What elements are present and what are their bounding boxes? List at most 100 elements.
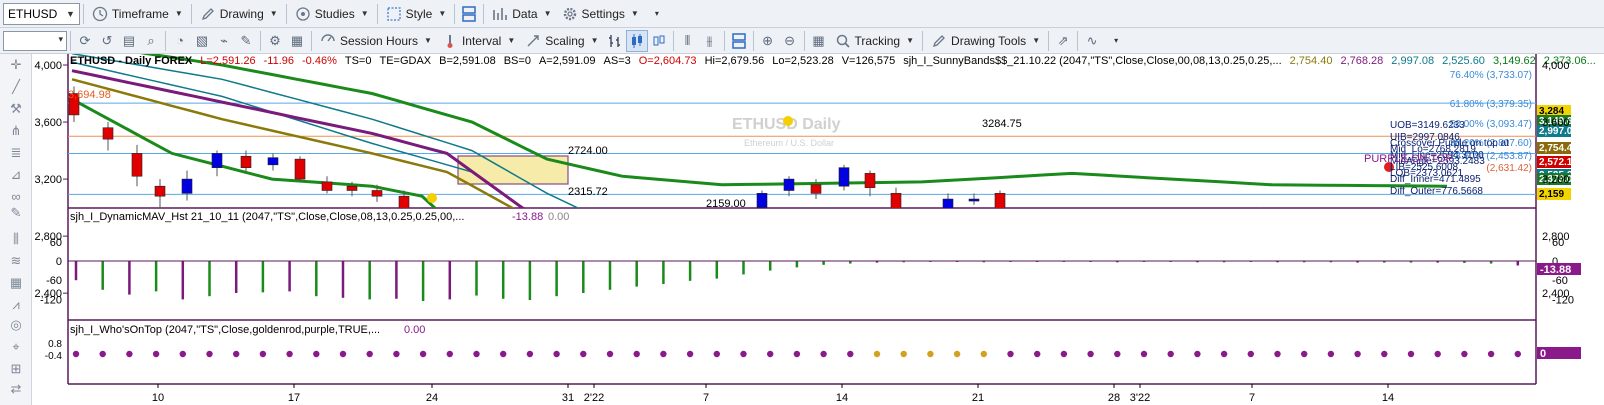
scaling-icon [525,33,541,49]
chevron-down-icon: ▼ [438,9,447,18]
hollow-candle-icon[interactable] [648,30,670,52]
indicator-icon[interactable]: ∿ [1081,30,1103,52]
header-study-value: 2,997.08 [1391,55,1434,67]
template-selector[interactable] [3,30,67,51]
price-tag: 2,572.1 [1539,157,1573,168]
candlestick-chart-icon[interactable] [625,29,648,52]
header-pct: -0.46% [302,55,337,67]
style-menu[interactable]: Style ▼ [381,3,452,25]
chevron-down-icon: ▼ [906,36,915,45]
oscillator-axis-right-label: -60 [1552,275,1568,287]
data-grid-icon [492,6,508,22]
settings-menu[interactable]: Settings ▼ [557,3,644,25]
vertical-lines-icon[interactable]: ⫼ [7,230,25,248]
tracking-menu[interactable]: Tracking ▼ [830,30,920,52]
whos-on-top-dot [713,350,720,358]
volume-bars-icon[interactable]: ⫴ [677,30,699,52]
oscillator-axis-label: 0 [56,256,62,268]
whos-on-top-dot [179,350,186,358]
drawing-tools-menu[interactable]: Drawing Tools ▼ [926,30,1045,52]
grid-icon[interactable]: ▦ [808,30,830,52]
whos-on-top-dot [1087,350,1094,358]
whos-on-top-dot [900,350,907,358]
chart-table-icon[interactable]: ▦ [286,30,308,52]
whos-on-top-dot [1247,350,1255,358]
date-axis-label: 14 [1382,392,1394,404]
picture-icon[interactable]: ▧ [191,30,213,52]
whos-on-top-dot [1060,350,1068,358]
refresh-icon[interactable]: ⟳ [74,30,96,52]
scaling-menu[interactable]: Scaling ▼ [520,30,603,52]
candle-body [783,178,795,191]
symbol-selector[interactable]: ETHUSD ▼ [3,2,80,25]
channel-icon[interactable]: ≋ [7,252,25,270]
header-as: AS=3 [604,55,631,67]
bar-chart-icon[interactable] [604,30,626,52]
more-options[interactable]: ▾ [1103,30,1123,52]
chart-canvas[interactable]: ETHUSD DailyEthereum / U.S. Dollar3,694.… [32,54,1604,405]
drawing-menu[interactable]: Drawing ▼ [195,3,283,25]
line-chart-icon[interactable]: ⌁ [213,30,235,52]
add-study-icon[interactable]: ⇗ [1052,30,1074,52]
whos-on-top-dot [339,350,347,358]
reload-icon[interactable]: ↺ [96,30,118,52]
chart-edit-icon[interactable]: ✎ [235,30,257,52]
oscillator-value-1: -13.88 [512,211,543,223]
data-menu[interactable]: Data ▼ [487,3,556,25]
session-hours-menu[interactable]: Session Hours ▼ [315,30,437,52]
search-icon [835,33,851,49]
grid-tool-icon[interactable]: ▦ [7,274,25,292]
whos-on-top-dot [1194,350,1201,358]
studies-menu[interactable]: Studies ▼ [290,3,374,25]
rays-icon[interactable]: ⩘ [7,296,25,314]
whos-on-top-dot [1114,350,1121,358]
whos-on-top-dot [793,350,801,358]
crosshair-icon[interactable]: ✛ [7,56,25,74]
timeframe-menu[interactable]: Timeframe ▼ [87,3,188,25]
more-options[interactable]: ▾ [644,3,664,25]
pen-icon[interactable]: ✎ [7,204,25,222]
properties-icon[interactable]: ⚙ [264,30,286,52]
gann-icon[interactable]: ⊿ [7,166,25,184]
tape-icon[interactable]: ⊞ [7,360,25,378]
whos-on-top-dot [473,350,480,358]
zoom-in-icon[interactable]: ⊕ [757,30,779,52]
ruler-icon[interactable]: ⌖ [7,338,25,356]
price-axis-right-label: 3,200 [1542,174,1570,186]
candle-body [240,155,252,168]
range-bars-icon[interactable]: ⫵ [699,30,721,52]
fibonacci-icon[interactable]: ≣ [7,144,25,162]
zoom-magnifier-icon[interactable]: ⌕ [140,30,162,52]
zoom-out-icon[interactable]: ⊖ [779,30,801,52]
whos-on-top-dot [313,350,320,358]
swing-high-marker [783,116,793,126]
whos-on-top-dot [1274,350,1281,358]
layout-icon[interactable] [458,3,480,25]
whos-on-top-axis-label: -0.4 [45,351,63,362]
chevron-down-icon: ▼ [590,36,599,45]
chevron-down-icon: ▼ [630,9,639,18]
layout-icon[interactable] [728,30,750,52]
whos-on-top-dot [1381,350,1388,358]
chevron-down-icon: ▼ [424,36,432,45]
oscillator-value-2: 0.00 [548,211,569,223]
trendline-icon[interactable]: ╱ [7,78,25,96]
whos-on-top-dot [820,350,827,358]
whos-on-top-dot [1034,350,1041,358]
spiral-icon[interactable]: ◎ [7,316,25,334]
pitchfork-icon[interactable]: ⋔ [7,122,25,140]
fib-label: 61.80% (3,379.35) [1450,99,1532,110]
compass-icon[interactable]: ◔ [169,30,191,52]
interval-menu[interactable]: Interval ▼ [437,30,520,52]
data-table-icon[interactable]: ▤ [118,30,140,52]
date-axis-label: 24 [426,392,438,404]
date-axis-label: 21 [972,392,984,404]
low-annotation-1: 2315.72 [568,186,608,198]
candle-body [864,173,876,188]
chart-area[interactable]: ETHUSD Daily Ethereum / U.S. Dollar 3,694.… [32,54,1604,405]
wrench-icon[interactable]: ⚒ [7,100,25,118]
arrows-icon[interactable]: ⇄ [7,380,25,398]
whos-on-top-dot [126,350,133,358]
candle-body [756,193,768,208]
header-ask: A=2,591.09 [539,55,596,67]
